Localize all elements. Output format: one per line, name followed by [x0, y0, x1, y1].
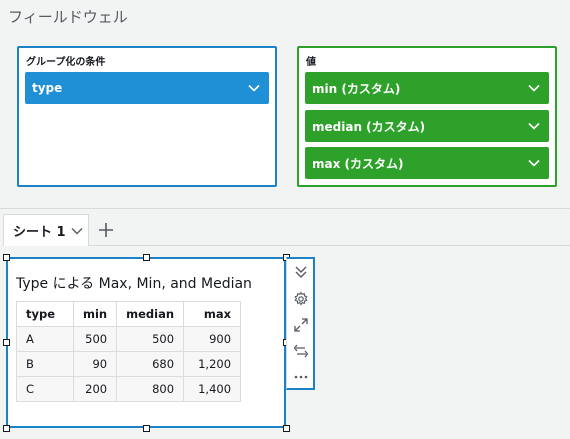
resize-handle-bottom-right[interactable] [283, 425, 290, 432]
table-cell: 200 [72, 376, 118, 402]
table-cell: 500 [72, 326, 118, 352]
table-cell: 90 [72, 351, 118, 377]
value-field-min[interactable]: min (カスタム) [305, 72, 549, 104]
table-cell: B [16, 351, 74, 377]
visual-toolbar [286, 257, 315, 390]
more-icon[interactable] [293, 369, 309, 385]
resize-handle-bottom[interactable] [143, 425, 150, 432]
visual-title: Type による Max, Min, and Median [16, 276, 252, 292]
section-divider [0, 208, 570, 209]
table-cell: A [16, 326, 74, 352]
table-cell: 500 [116, 326, 185, 352]
table-cell: 1,400 [183, 376, 242, 402]
table-row: B 90 680 1,200 [16, 351, 242, 377]
chevron-down-icon [528, 159, 540, 167]
column-header-median[interactable]: median [116, 301, 185, 327]
resize-handle-top-left[interactable] [3, 254, 10, 261]
tab-label: シート 1 [13, 225, 66, 240]
column-header-type[interactable]: type [16, 301, 74, 327]
table-cell: 900 [183, 326, 242, 352]
column-header-max[interactable]: max [183, 301, 242, 327]
table-cell: 680 [116, 351, 185, 377]
chevron-down-icon [528, 122, 540, 130]
tab-bar-line [89, 245, 570, 246]
swap-icon[interactable] [293, 343, 309, 359]
data-table: type min median max A 500 500 900 B 90 6… [16, 301, 242, 402]
expand-icon[interactable] [293, 317, 309, 333]
chevron-down-icon [248, 84, 260, 92]
table-cell: 800 [116, 376, 185, 402]
field-wells-title: フィールドウェル [8, 8, 128, 26]
field-label: median (カスタム) [312, 119, 426, 134]
value-well[interactable]: 値 min (カスタム) median (カスタム) max (カスタム) [297, 46, 557, 187]
tab-sheet-1[interactable]: シート 1 [3, 214, 89, 246]
chevron-down-icon [528, 84, 540, 92]
resize-handle-left[interactable] [3, 339, 10, 346]
table-cell: 1,200 [183, 351, 242, 377]
table-row: C 200 800 1,400 [16, 376, 242, 402]
collapse-icon[interactable] [293, 264, 309, 280]
resize-handle-bottom-left[interactable] [3, 425, 10, 432]
table-header-row: type min median max [16, 301, 242, 327]
value-well-label: 値 [306, 57, 316, 68]
group-by-field-type[interactable]: type [25, 72, 269, 104]
table-cell: C [16, 376, 74, 402]
resize-handle-top[interactable] [143, 254, 150, 261]
table-visual[interactable]: Type による Max, Min, and Median type min m… [6, 257, 286, 428]
field-label: min (カスタム) [312, 81, 401, 96]
plus-icon[interactable] [96, 220, 116, 240]
table-row: A 500 500 900 [16, 326, 242, 352]
group-by-well-label: グループ化の条件 [26, 57, 106, 68]
chevron-down-icon[interactable] [70, 224, 84, 238]
field-label: type [32, 81, 63, 95]
value-field-median[interactable]: median (カスタム) [305, 110, 549, 142]
value-field-max[interactable]: max (カスタム) [305, 147, 549, 179]
settings-icon[interactable] [293, 291, 309, 307]
group-by-well[interactable]: グループ化の条件 type [17, 46, 277, 187]
column-header-min[interactable]: min [72, 301, 118, 327]
field-label: max (カスタム) [312, 156, 404, 171]
